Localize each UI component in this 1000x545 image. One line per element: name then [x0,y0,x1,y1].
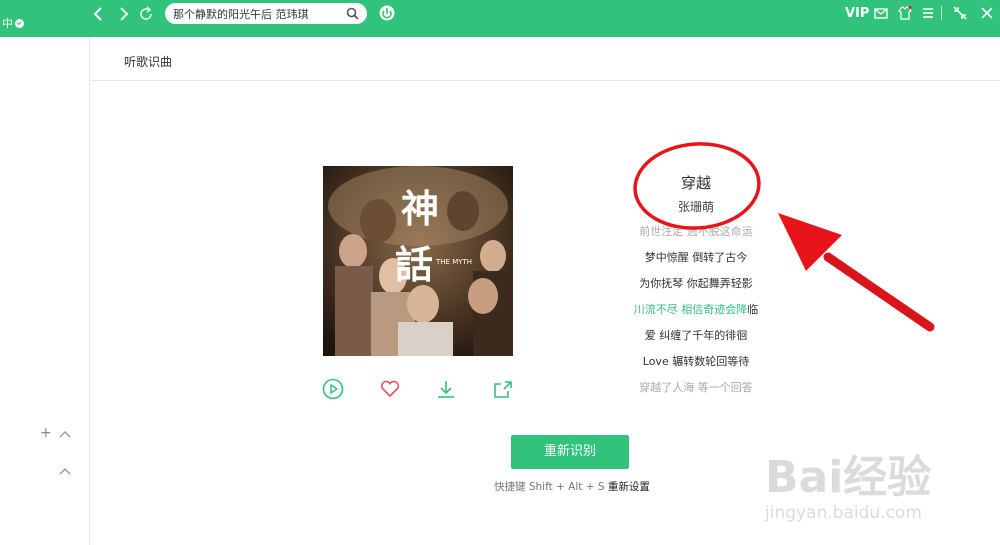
vip-label[interactable]: VIP [845,6,869,21]
download-icon[interactable] [435,378,457,400]
mail-icon[interactable] [874,6,888,20]
reset-shortcut-link[interactable]: 重新设置 [608,481,650,493]
mini-mode-icon[interactable] [953,6,967,20]
music-recognition-icon[interactable] [379,5,395,21]
watermark-brand: Bai经验 [765,452,931,503]
lyric-current-tail: 临 [747,303,759,316]
annotation-arrow [778,213,935,332]
cover-title-glyph-1: 神 [401,186,439,231]
top-left-fragment: 中 [2,15,24,31]
refresh-icon[interactable] [137,5,155,23]
divider [941,6,942,20]
baidu-watermark: Bai经验 jingyan.baidu.com [764,452,931,523]
lyric-line: 穿越了人海 等一个回答 [639,381,753,394]
sidebar: + [0,37,90,545]
menu-icon[interactable] [921,6,935,20]
lyric-line: 梦中惊醒 倒转了古今 [644,251,748,264]
watermark-url: jingyan.baidu.com [764,503,922,523]
top-bar: 中 VIP [0,0,1000,37]
chevron-up-icon[interactable] [59,467,71,475]
cover-subtitle: THE MYTH [435,258,472,266]
lyric-line: 爱 纠缠了千年的徘徊 [644,329,748,342]
album-art: 神 話 THE MYTH [323,166,513,356]
add-playlist-button[interactable]: + [40,425,52,441]
album-cover: 神 話 THE MYTH [323,166,513,356]
lyric-line-current: 川流不尽 相信奇迹会降临 [596,301,796,317]
shortcut-text: 快捷键 Shift + Alt + S [494,481,608,493]
forward-icon[interactable] [114,5,132,23]
lyric-current-text: 川流不尽 相信奇迹会降 [633,303,748,316]
lyric-line: Love 辗转数轮回等待 [642,355,750,368]
annotation-circle [633,142,761,230]
page-header: 听歌识曲 [90,37,1000,81]
re-recognize-button[interactable]: 重新识别 [511,435,629,469]
chevron-up-icon[interactable] [59,430,71,438]
back-icon[interactable] [90,5,108,23]
page-title: 听歌识曲 [124,55,173,69]
search-box[interactable] [165,3,367,24]
top-left-text: 中 [2,17,13,30]
share-icon[interactable] [492,378,514,400]
heart-icon[interactable] [379,378,401,400]
shortcut-hint: 快捷键 Shift + Alt + S 重新设置 [494,479,650,494]
lyric-line: 为你抚琴 你起舞弄轻影 [639,277,753,290]
close-icon[interactable] [980,6,994,20]
cover-title-glyph-2: 話 [395,242,433,287]
search-icon[interactable] [346,7,359,20]
skin-icon[interactable] [898,6,912,20]
check-badge-icon [15,18,24,28]
play-icon[interactable] [322,378,344,400]
search-input[interactable] [173,5,343,22]
